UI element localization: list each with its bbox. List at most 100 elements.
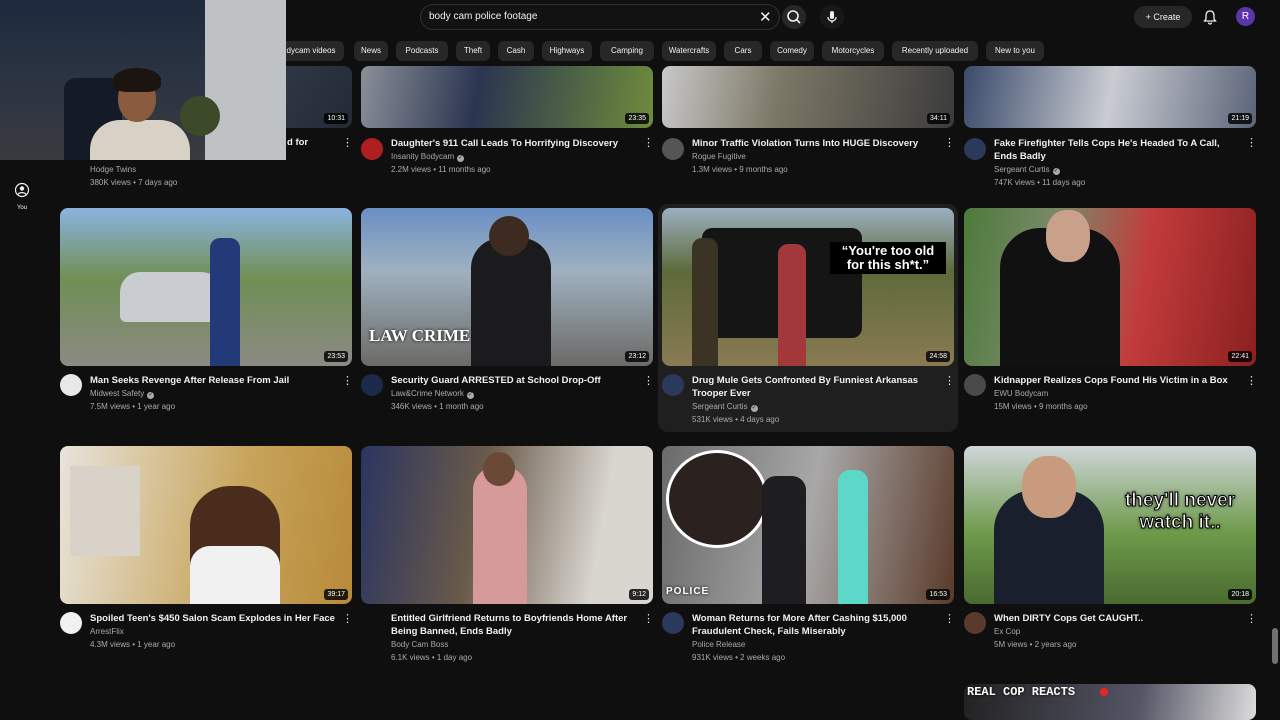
channel-name[interactable]: Sergeant Curtis ✓ [994, 165, 1060, 175]
more-options-icon[interactable]: ⋮ [1246, 138, 1257, 149]
video-thumbnail[interactable]: 22:41 [964, 208, 1256, 366]
more-options-icon[interactable]: ⋮ [643, 376, 654, 387]
more-options-icon[interactable]: ⋮ [944, 614, 955, 625]
video-title[interactable]: Security Guard ARRESTED at School Drop-O… [391, 374, 636, 387]
more-options-icon[interactable]: ⋮ [1246, 376, 1257, 387]
search-icon [787, 10, 801, 24]
channel-avatar[interactable] [60, 374, 82, 396]
video-thumbnail[interactable]: POLICE 16:53 [662, 446, 954, 604]
channel-avatar[interactable] [964, 374, 986, 396]
channel-name[interactable]: Sergeant Curtis ✓ [692, 402, 758, 412]
more-options-icon[interactable]: ⋮ [944, 138, 955, 149]
video-thumbnail[interactable]: 23:35 [361, 66, 653, 128]
video-meta: 2.2M views • 11 months ago [391, 165, 491, 174]
page-scrollbar[interactable] [1272, 628, 1278, 664]
channel-name[interactable]: ArrestFlix [90, 627, 124, 636]
channel-name[interactable]: Rogue Fugitive [692, 152, 746, 161]
more-options-icon[interactable]: ⋮ [342, 376, 353, 387]
channel-name[interactable]: Law&Crime Network ✓ [391, 389, 474, 399]
channel-name[interactable]: Body Cam Boss [391, 640, 448, 649]
chip[interactable]: Camping [600, 41, 654, 61]
more-options-icon[interactable]: ⋮ [1246, 614, 1257, 625]
recording-dot-icon [1100, 688, 1108, 696]
plus-icon: + [1145, 12, 1151, 22]
video-title[interactable]: Entitled Girlfriend Returns to Boyfriend… [391, 612, 636, 638]
search-box[interactable]: body cam police footage ✕ [420, 4, 780, 30]
video-title[interactable]: Man Seeks Revenge After Release From Jai… [90, 374, 335, 387]
video-thumbnail[interactable]: “You're too old for this sh*t.” 24:58 [662, 208, 954, 366]
video-thumbnail[interactable]: they'll never watch it.. 20:18 [964, 446, 1256, 604]
thumbnail-overlay-text: “You're too old for this sh*t.” [830, 242, 946, 274]
video-meta: 7.5M views • 1 year ago [90, 402, 176, 411]
more-options-icon[interactable]: ⋮ [643, 614, 654, 625]
video-thumbnail[interactable]: 34:11 [662, 66, 954, 128]
video-meta: 531K views • 4 days ago [692, 415, 780, 424]
channel-name[interactable]: Ex Cop [994, 627, 1020, 636]
video-thumbnail[interactable]: 23:53 [60, 208, 352, 366]
sidebar-item-you[interactable]: You [8, 182, 36, 211]
chip[interactable]: Highways [542, 41, 592, 61]
video-title[interactable]: Spoiled Teen's $450 Salon Scam Explodes … [90, 612, 335, 625]
more-options-icon[interactable]: ⋮ [944, 376, 955, 387]
video-thumbnail[interactable]: LAW CRIME 23:12 [361, 208, 653, 366]
channel-avatar[interactable] [662, 374, 684, 396]
duration-badge: 20:18 [1228, 589, 1252, 600]
more-options-icon[interactable]: ⋮ [342, 138, 353, 149]
duration-badge: 24:58 [926, 351, 950, 362]
channel-avatar[interactable] [361, 138, 383, 160]
channel-name[interactable]: Midwest Safety ✓ [90, 389, 155, 399]
video-thumbnail[interactable]: REAL COP REACTS [964, 684, 1256, 720]
video-thumbnail[interactable]: 9:12 [361, 446, 653, 604]
video-meta: 931K views • 2 weeks ago [692, 653, 786, 662]
more-options-icon[interactable]: ⋮ [643, 138, 654, 149]
chip[interactable]: dycam videos [278, 41, 344, 61]
chip[interactable]: Cash [498, 41, 534, 61]
video-title[interactable]: Woman Returns for More After Cashing $15… [692, 612, 937, 638]
search-input[interactable]: body cam police footage [429, 11, 537, 22]
account-avatar[interactable]: R [1236, 7, 1255, 26]
video-title-fragment[interactable]: d for [287, 137, 308, 148]
microphone-icon [827, 11, 837, 23]
video-title[interactable]: When DIRTY Cops Get CAUGHT.. [994, 612, 1239, 625]
video-title[interactable]: Fake Firefighter Tells Cops He's Headed … [994, 137, 1239, 163]
channel-avatar[interactable] [662, 612, 684, 634]
channel-avatar[interactable] [662, 138, 684, 160]
voice-search-button[interactable] [820, 5, 844, 29]
channel-name[interactable]: Police Release [692, 640, 745, 649]
channel-avatar[interactable] [361, 374, 383, 396]
channel-avatar[interactable] [964, 612, 986, 634]
chip[interactable]: Comedy [770, 41, 814, 61]
video-meta: 1.3M views • 9 months ago [692, 165, 788, 174]
chip[interactable]: Recently uploaded [892, 41, 978, 61]
duration-badge: 23:12 [625, 351, 649, 362]
channel-name[interactable]: EWU Bodycam [994, 389, 1048, 398]
chip[interactable]: Motorcycles [822, 41, 884, 61]
chip[interactable]: Cars [724, 41, 762, 61]
more-options-icon[interactable]: ⋮ [342, 614, 353, 625]
video-meta: 346K views • 1 month ago [391, 402, 484, 411]
chip[interactable]: New to you [986, 41, 1044, 61]
create-button[interactable]: + Create [1134, 6, 1192, 28]
channel-name[interactable]: Insanity Bodycam ✓ [391, 152, 465, 162]
notifications-bell-icon[interactable] [1201, 8, 1219, 26]
duration-badge: 23:35 [625, 113, 649, 124]
chip[interactable]: News [354, 41, 388, 61]
chip[interactable]: Theft [456, 41, 490, 61]
video-title[interactable]: Daughter's 911 Call Leads To Horrifying … [391, 137, 636, 150]
video-thumbnail[interactable]: 21:19 [964, 66, 1256, 128]
channel-avatar[interactable] [60, 612, 82, 634]
channel-name[interactable]: Hodge Twins [90, 165, 136, 174]
thumbnail-overlay-text: POLICE [666, 586, 710, 597]
verified-icon: ✓ [457, 155, 465, 162]
video-thumbnail[interactable]: 39:17 [60, 446, 352, 604]
clear-search-icon[interactable]: ✕ [759, 8, 772, 26]
video-meta: 747K views • 11 days ago [994, 178, 1086, 187]
search-button[interactable] [782, 5, 806, 29]
chip[interactable]: Podcasts [396, 41, 448, 61]
duration-badge: 9:12 [629, 589, 649, 600]
video-title[interactable]: Drug Mule Gets Confronted By Funniest Ar… [692, 374, 937, 400]
video-title[interactable]: Kidnapper Realizes Cops Found His Victim… [994, 374, 1239, 387]
video-title[interactable]: Minor Traffic Violation Turns Into HUGE … [692, 137, 937, 150]
channel-avatar[interactable] [964, 138, 986, 160]
chip[interactable]: Watercrafts [662, 41, 716, 61]
